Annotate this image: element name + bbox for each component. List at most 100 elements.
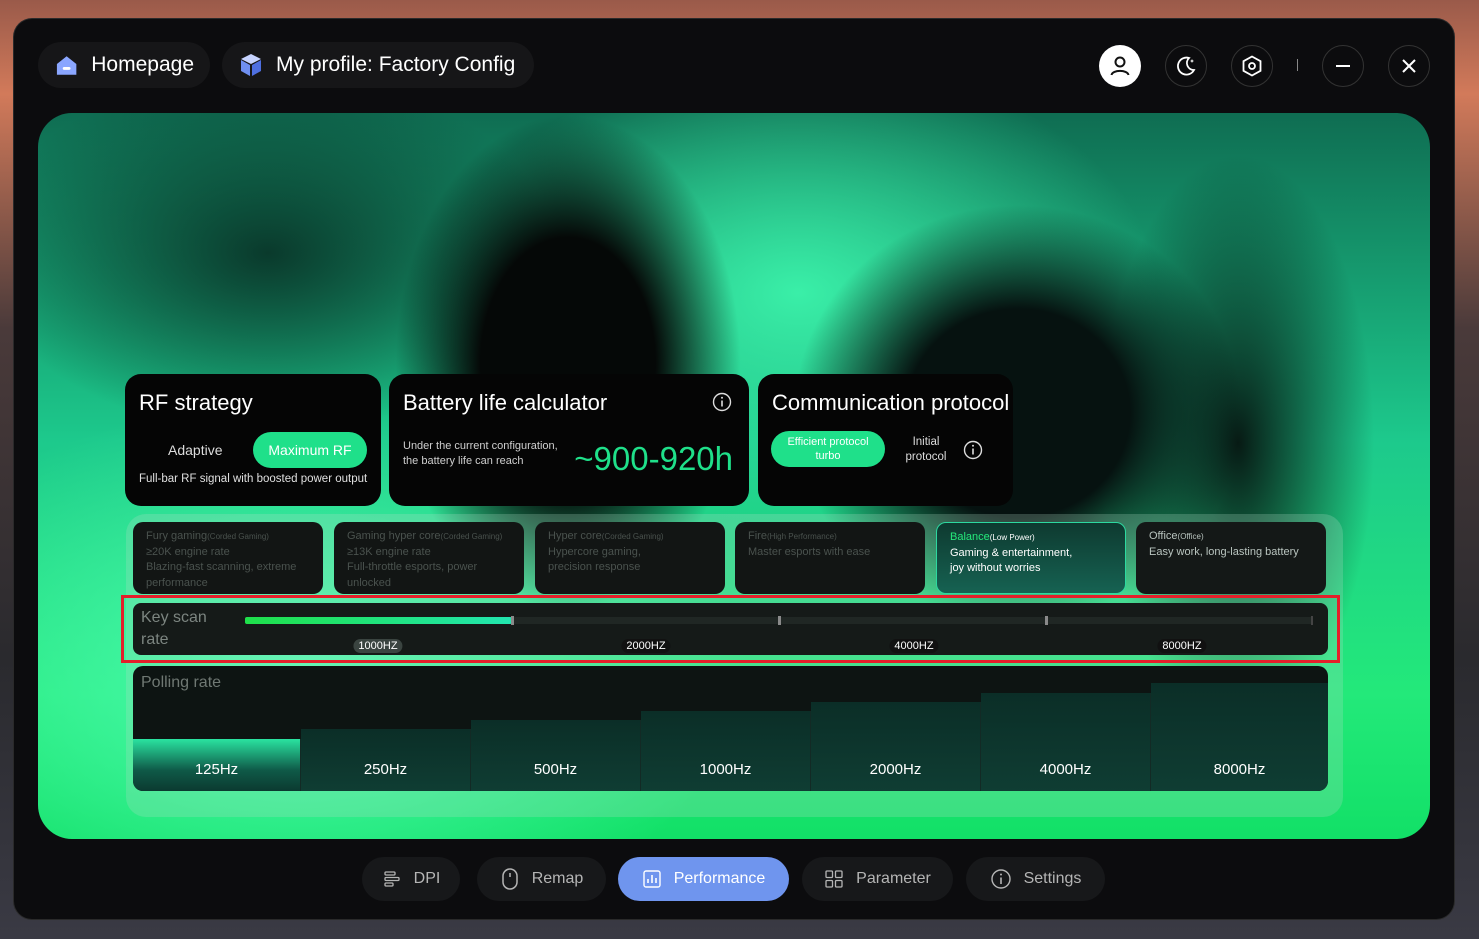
rf-strategy-card: RF strategy Adaptive Maximum RF Full-bar… [125,374,381,506]
cube-icon [241,54,261,76]
protocol-initial-line2: protocol [905,451,947,463]
nav-remap-label: Remap [531,870,584,887]
battery-title: Battery life calculator [403,390,608,415]
rf-maximum-option[interactable]: Maximum RF [253,432,367,468]
battery-card: Battery life calculator Under the curren… [389,374,749,506]
mode-card-fire[interactable]: Fire(High Performance) Master esports wi… [735,522,925,594]
mode-title: Balance [950,531,990,543]
battery-description: Under the current configuration, the bat… [403,439,558,469]
moon-icon [1177,56,1196,76]
settings-hex-button[interactable] [1231,45,1273,87]
mode-title: Hyper core [548,530,602,542]
battery-desc-line1: Under the current configuration, [403,440,558,452]
nav-remap[interactable]: Remap [477,857,606,901]
polling-option-1000[interactable]: 1000Hz [641,711,811,791]
polling-option-125[interactable]: 125Hz [133,739,301,791]
mode-line: joy without worries [950,562,1041,574]
mode-card-balance[interactable]: Balance(Low Power) Gaming & entertainmen… [936,522,1126,594]
nav-dpi-label: DPI [413,870,441,887]
mode-card-hyper-core[interactable]: Hyper core(Corded Gaming) Hypercore gami… [535,522,725,594]
polling-option-2000[interactable]: 2000Hz [811,702,981,791]
nav-settings[interactable]: Settings [966,857,1105,901]
battery-desc-line2: the battery life can reach [403,455,524,467]
protocol-efficient-option[interactable]: Efficient protocol turbo [771,431,885,467]
rf-description: Full-bar RF signal with boosted power ou… [139,473,368,485]
close-icon [1402,59,1416,73]
mouse-icon [501,868,518,890]
battery-value: ~900-920h [574,440,733,477]
mode-line: Hypercore gaming, [548,545,641,558]
mode-line: performance [146,576,208,589]
mode-card-office[interactable]: Office(Office) Easy work, long-lasting b… [1136,522,1326,594]
mode-subtitle: (Office) [1177,532,1204,541]
mode-line: Easy work, long-lasting battery [1149,545,1299,558]
minus-icon [1336,65,1350,67]
mode-line: Gaming & entertainment, [950,546,1073,559]
polling-option-label: 2000Hz [869,761,922,778]
polling-option-label: 8000Hz [1213,761,1266,778]
mode-line: ≥20K engine rate [146,545,230,558]
mode-subtitle: (Corded Gaming) [207,532,269,541]
polling-rate-control: Polling rate 125Hz 250Hz 500Hz 1000Hz 20… [133,666,1328,791]
mode-title: Gaming hyper core [347,530,441,542]
nav-performance-label: Performance [673,870,766,887]
close-button[interactable] [1388,45,1430,87]
polling-option-8000[interactable]: 8000Hz [1151,683,1328,791]
mode-line: Master esports with ease [748,545,871,558]
info-circle-icon [990,869,1011,889]
mode-title: Fire [748,530,767,542]
hexagon-gear-icon [1242,55,1262,77]
polling-option-250[interactable]: 250Hz [301,729,471,791]
protocol-initial-line1: Initial [912,436,940,448]
mode-title: Fury gaming [146,530,208,542]
mode-line: ≥13K engine rate [347,545,431,558]
dpi-icon [384,871,400,887]
rf-adaptive-option[interactable]: Adaptive [168,442,222,458]
theme-toggle-button[interactable] [1165,45,1207,87]
user-icon [1110,56,1130,76]
polling-option-label: 4000Hz [1039,761,1092,778]
header-divider [1297,59,1298,71]
protocol-efficient-line2: turbo [815,450,841,462]
mode-line: precision response [548,561,641,573]
mode-subtitle: (Corded Gaming) [601,532,664,541]
protocol-efficient-line1: Efficient protocol [787,436,869,448]
homepage-button[interactable]: Homepage [38,42,210,88]
mode-subtitle: (Corded Gaming) [440,532,503,541]
nav-parameter[interactable]: Parameter [802,857,953,901]
mode-line: Full-throttle esports, power [347,561,478,573]
mode-card-gaming-hyper-core[interactable]: Gaming hyper core(Corded Gaming) ≥13K en… [334,522,524,594]
protocol-initial-option[interactable]: Initial protocol [898,435,954,465]
account-button[interactable] [1099,45,1141,87]
mode-subtitle: (High Performance) [766,532,837,541]
highlight-box [121,595,1340,663]
polling-option-label: 250Hz [363,761,408,778]
performance-chart-icon [643,870,661,888]
polling-option-label: 1000Hz [699,761,752,778]
mode-subtitle: (Low Power) [989,533,1035,542]
polling-option-500[interactable]: 500Hz [471,720,641,791]
info-icon[interactable] [712,392,732,412]
info-icon[interactable] [963,440,983,460]
mode-title: Office [1149,530,1178,542]
mode-card-fury-gaming[interactable]: Fury gaming(Corded Gaming) ≥20K engine r… [133,522,323,594]
home-icon [56,56,77,75]
protocol-title: Communication protocol [772,390,1010,415]
polling-option-label: 500Hz [533,761,578,778]
protocol-card: Communication protocol Efficient protoco… [758,374,1013,506]
minimize-button[interactable] [1322,45,1364,87]
polling-option-label: 125Hz [194,761,239,778]
profile-label: My profile: Factory Config [276,53,516,76]
polling-option-4000[interactable]: 4000Hz [981,693,1151,791]
nav-dpi[interactable]: DPI [362,857,460,901]
homepage-label: Homepage [91,53,194,76]
polling-rate-label: Polling rate [141,674,222,691]
app-window: Homepage My profile: Factory Config RF s… [14,19,1454,919]
nav-performance[interactable]: Performance [618,857,789,901]
grid-icon [825,870,843,888]
mode-line: Blazing-fast scanning, extreme [146,561,297,573]
profile-button[interactable]: My profile: Factory Config [222,42,534,88]
mode-line: unlocked [347,576,392,589]
rf-strategy-title: RF strategy [139,390,253,415]
nav-settings-label: Settings [1023,870,1082,887]
